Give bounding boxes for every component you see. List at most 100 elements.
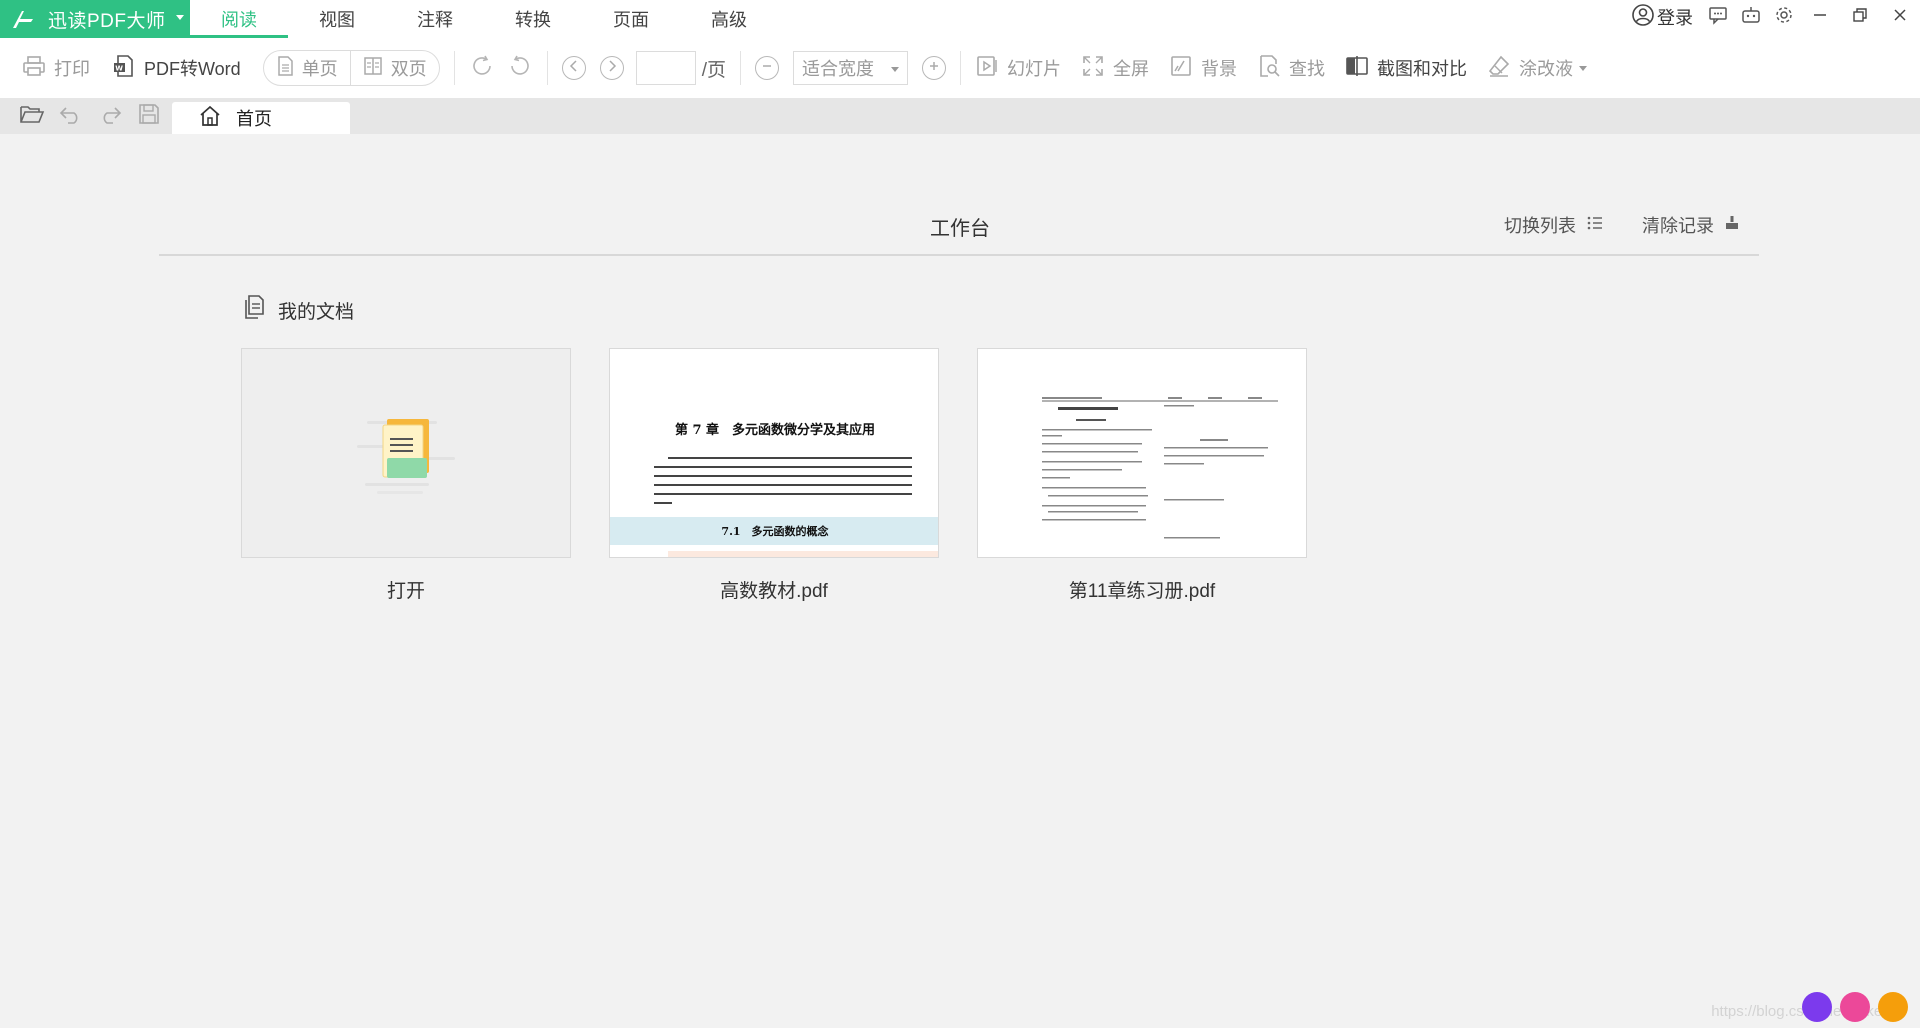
page-mode-toggle: 单页 双页 (262, 50, 440, 86)
printer-icon (22, 55, 46, 82)
switch-list-button[interactable]: 切换列表 (1504, 212, 1604, 238)
tab-advanced[interactable]: 高级 (680, 0, 778, 38)
zoom-value: 适合宽度 (801, 59, 874, 79)
correction-fluid-label: 涂改液 (1518, 59, 1573, 79)
floating-widgets (1794, 992, 1908, 1022)
rotate-counterclockwise-icon (507, 53, 533, 84)
fullscreen-label: 全屏 (1112, 59, 1149, 79)
eraser-icon (1487, 54, 1511, 83)
minus-icon (761, 59, 773, 77)
recent-document-card[interactable]: 第11章练习册.pdf (977, 348, 1307, 603)
zoom-select[interactable]: 适合宽度 (792, 51, 908, 85)
background-button[interactable]: 背景 (1169, 48, 1237, 88)
save-button[interactable] (129, 102, 168, 130)
save-icon (138, 103, 160, 130)
page-heading: 第 7 章 多元函数微分学及其应用 (674, 423, 876, 438)
page-preview: 第 7 章 多元函数微分学及其应用 7.1 多元函数的概念 (610, 349, 938, 557)
page-number-input[interactable] (635, 51, 696, 85)
recent-document-card[interactable]: 第 7 章 多元函数微分学及其应用 7.1 多元函数的概念 高数教材.pdf (609, 348, 939, 603)
zoom-in-button[interactable] (921, 56, 946, 80)
rotate-counterclockwise-button[interactable] (507, 48, 533, 88)
zoom-out-button[interactable] (754, 56, 779, 80)
compare-icon (1345, 54, 1369, 83)
robot-icon (1741, 5, 1761, 30)
toolbar-divider (959, 51, 961, 85)
slideshow-button[interactable]: 幻灯片 (975, 48, 1061, 88)
toolbar-divider (546, 51, 548, 85)
document-cards: 打开 第 7 章 多元函数微分学及其应用 7.1 多元函数的概念 高数教材.pd… (241, 348, 1345, 603)
floating-widget-orange[interactable] (1878, 992, 1908, 1022)
my-documents-label: 我的文档 (278, 301, 355, 323)
tab-home-label: 首页 (236, 109, 272, 129)
toolbar-divider (453, 51, 455, 85)
redo-icon (97, 103, 123, 130)
tab-read[interactable]: 阅读 (190, 0, 288, 38)
correction-fluid-button[interactable]: 涂改液 (1487, 48, 1587, 88)
quick-access-bar (12, 102, 168, 130)
message-icon (1708, 5, 1728, 30)
pdf-to-word-button[interactable]: W PDF转Word (112, 48, 241, 88)
document-caption: 高数教材.pdf (720, 581, 828, 602)
print-label: 打印 (54, 59, 90, 79)
section-heading: 7.1 多元函数的概念 (610, 517, 938, 545)
folder-open-icon (19, 103, 45, 130)
screenshot-compare-label: 截图和对比 (1376, 59, 1467, 79)
restore-button[interactable] (1840, 0, 1880, 34)
page-suffix: /页 (701, 59, 726, 81)
clear-history-button[interactable]: 清除记录 (1642, 212, 1740, 238)
floating-widget-pink[interactable] (1840, 992, 1870, 1022)
document-thumbnail: 第 7 章 多元函数微分学及其应用 7.1 多元函数的概念 (609, 348, 939, 558)
documents-icon (242, 294, 266, 326)
tab-convert[interactable]: 转换 (484, 0, 582, 38)
settings-button[interactable] (1767, 0, 1800, 34)
user-icon (1631, 3, 1655, 32)
app-logo-icon (10, 6, 36, 32)
tab-page[interactable]: 页面 (582, 0, 680, 38)
redo-button[interactable] (90, 102, 129, 130)
tab-home[interactable]: 首页 (172, 102, 350, 134)
gear-icon (1774, 5, 1794, 30)
word-convert-icon: W (112, 54, 136, 83)
service-button[interactable] (1734, 0, 1767, 34)
open-folder-button[interactable] (12, 102, 51, 130)
rotate-clockwise-button[interactable] (469, 48, 495, 88)
floating-widget-purple[interactable] (1802, 992, 1832, 1022)
double-page-button[interactable]: 双页 (349, 51, 439, 85)
previous-page-button[interactable] (561, 56, 586, 80)
feedback-button[interactable] (1701, 0, 1734, 34)
document-caption: 第11章练习册.pdf (1068, 581, 1216, 602)
undo-button[interactable] (51, 102, 90, 130)
workspace: 工作台 切换列表 清除记录 我的文档 打开 第 7 章 多元函数微分学及其应用 … (0, 134, 1920, 1028)
my-documents-header: 我的文档 (242, 294, 354, 326)
toolbar: 打印 W PDF转Word 单页 双页 /页 适合宽度 幻灯片 全屏 背景 查找… (0, 38, 1920, 98)
zoom-dropdown-icon (890, 67, 899, 72)
next-page-button[interactable] (599, 56, 624, 80)
plus-icon (928, 59, 940, 77)
list-icon (1586, 215, 1604, 236)
undo-icon (58, 103, 84, 130)
screenshot-compare-button[interactable]: 截图和对比 (1345, 48, 1467, 88)
find-button[interactable]: 查找 (1257, 48, 1325, 88)
fullscreen-button[interactable]: 全屏 (1081, 48, 1149, 88)
home-icon (198, 105, 222, 132)
paragraph-lines (654, 457, 912, 511)
close-button[interactable] (1880, 0, 1920, 34)
menu-tabs: 阅读 视图 注释 转换 页面 高级 (190, 0, 778, 38)
print-button[interactable]: 打印 (22, 48, 90, 88)
open-file-caption: 打开 (386, 581, 425, 602)
minimize-button[interactable] (1800, 0, 1840, 34)
document-tab-strip: 首页 (0, 98, 1920, 134)
slideshow-icon (975, 54, 999, 83)
single-page-button[interactable]: 单页 (264, 51, 350, 85)
clear-history-label: 清除记录 (1642, 216, 1714, 236)
tab-annotate[interactable]: 注释 (386, 0, 484, 38)
double-page-label: 双页 (390, 59, 427, 79)
tab-view[interactable]: 视图 (288, 0, 386, 38)
open-file-card[interactable]: 打开 (241, 348, 571, 603)
chevron-left-icon (569, 59, 579, 77)
double-page-icon (363, 56, 383, 81)
app-brand-menu[interactable]: 迅读PDF大师 (0, 0, 190, 38)
minimize-icon (1812, 7, 1828, 28)
single-page-label: 单页 (301, 59, 338, 79)
login-button[interactable]: 登录 (1631, 3, 1693, 32)
